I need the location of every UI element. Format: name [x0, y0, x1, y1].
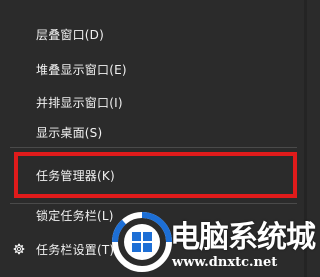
menu-item-label: 堆叠显示窗口(E)	[36, 62, 127, 77]
menu-separator	[10, 147, 297, 148]
watermark-url: www.dnxtc.net	[172, 255, 278, 270]
watermark-title: 电脑系统城	[170, 220, 316, 255]
menu-item-label: 锁定任务栏(L)	[36, 208, 114, 223]
highlight-box	[14, 152, 297, 198]
menu-item-stack-windows[interactable]: 堆叠显示窗口(E)	[0, 51, 307, 87]
menu-item-label: 并排显示窗口(I)	[36, 95, 123, 110]
gear-icon	[13, 243, 25, 255]
menu-item-label: 层叠窗口(D)	[36, 27, 105, 42]
menu-item-cascade-windows[interactable]: 层叠窗口(D)	[0, 16, 307, 52]
menu-item-label: 任务栏设置(T)	[36, 242, 115, 257]
menu-item-show-desktop[interactable]: 显示桌面(S)	[0, 114, 307, 150]
watermark: 电脑系统城 www.dnxtc.net	[110, 208, 316, 277]
site-logo-icon	[112, 212, 172, 272]
menu-item-label: 显示桌面(S)	[36, 125, 103, 140]
